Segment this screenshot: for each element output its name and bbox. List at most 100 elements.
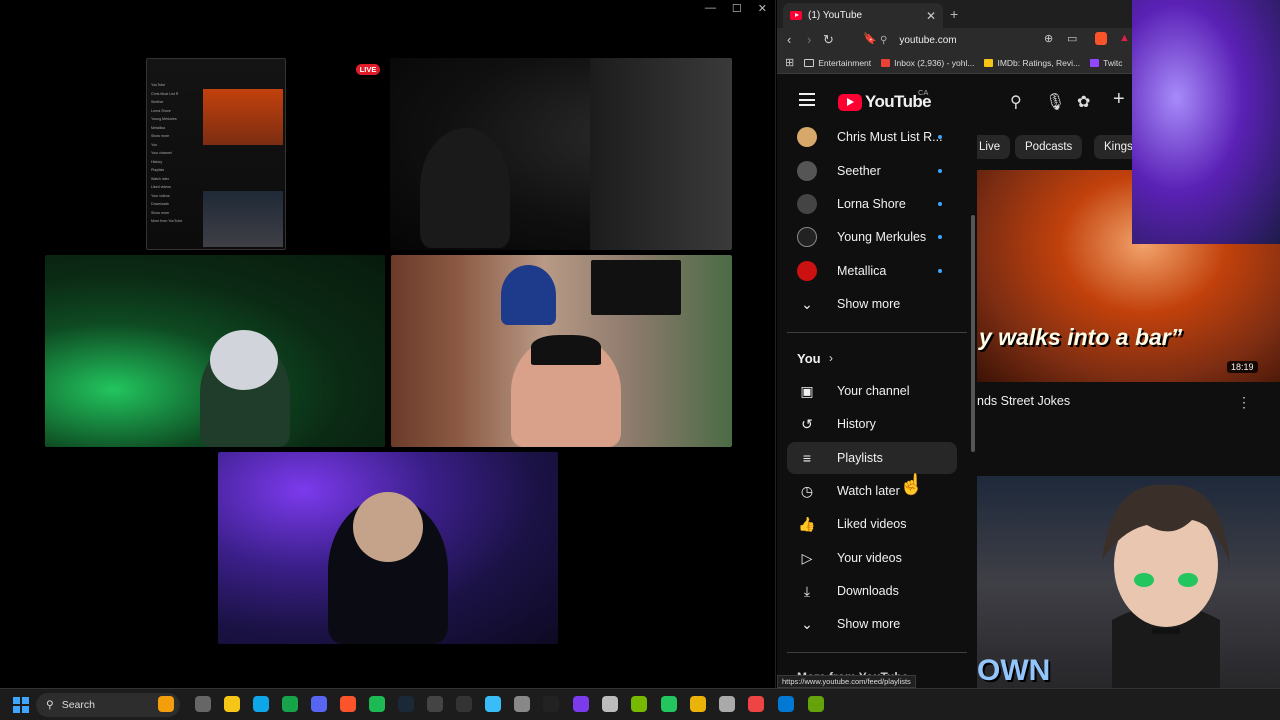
- clipchamp-icon[interactable]: [573, 696, 589, 712]
- mini-sidebar-item: Your channel: [151, 151, 172, 155]
- chrome-alt-icon[interactable]: [748, 696, 764, 712]
- apps-grid-icon[interactable]: ⊞: [785, 56, 794, 69]
- twitch-icon: [1090, 58, 1100, 67]
- sidebar-item-playlists[interactable]: ≡ Playlists: [787, 442, 957, 474]
- vpn-icon[interactable]: [719, 696, 735, 712]
- mini-sidebar-item: Playlists: [151, 168, 165, 172]
- mini-sidebar-item: More from YouTube: [151, 219, 183, 223]
- live-badge: LIVE: [356, 64, 380, 75]
- bookmark-imdb[interactable]: IMDb: Ratings, Revi...: [984, 58, 1080, 68]
- rewards-icon[interactable]: ▲: [1119, 32, 1130, 44]
- streamer-bot-icon[interactable]: [808, 696, 824, 712]
- chip-live[interactable]: Live: [977, 135, 1011, 159]
- spotify-icon[interactable]: [369, 696, 385, 712]
- show-more-label: Show more: [837, 297, 901, 311]
- chrome-icon[interactable]: [690, 696, 706, 712]
- you-section-heading[interactable]: You: [797, 351, 821, 366]
- microphone-icon[interactable]: 🎙: [1045, 92, 1065, 112]
- cast-icon[interactable]: ▭: [1067, 32, 1077, 45]
- screen-share-feed: YouTube Chris Must List R Seether Lorna Sho…: [146, 58, 286, 250]
- video-title[interactable]: nds Street Jokes: [977, 394, 1070, 408]
- brave-shield-icon[interactable]: [1095, 32, 1107, 45]
- mini-sidebar-item: Your videos: [151, 193, 170, 198]
- terminal-icon[interactable]: [543, 696, 559, 712]
- new-content-dot: [938, 169, 942, 173]
- bookmark-label: Inbox (2,936) - yohl...: [894, 57, 975, 68]
- sidebar-item-liked-videos[interactable]: 👍 Liked videos: [787, 508, 957, 540]
- widgets-icon[interactable]: [158, 696, 174, 712]
- file-explorer-icon[interactable]: [224, 696, 240, 712]
- bookmark-gmail[interactable]: Inbox (2,936) - yohl...: [881, 58, 974, 68]
- chip-podcasts[interactable]: Podcasts: [1015, 135, 1083, 159]
- zoom-icon[interactable]: ⊕: [1044, 32, 1053, 45]
- tab-close-icon[interactable]: ✕: [926, 9, 936, 23]
- subscription-metallica[interactable]: Metallica: [787, 255, 957, 287]
- address-bar[interactable]: ⚲ youtube.com: [880, 30, 1130, 50]
- bookmark-entertainment[interactable]: Entertainment: [804, 58, 871, 68]
- nvidia-icon[interactable]: [631, 696, 647, 712]
- sidebar-item-label: Liked videos: [837, 517, 907, 531]
- mini-sidebar-item: Liked videos: [151, 185, 171, 189]
- menu-icon[interactable]: [799, 93, 815, 110]
- folder-icon: [804, 58, 815, 67]
- create-icon[interactable]: +: [1113, 88, 1125, 111]
- minimize-button[interactable]: —: [705, 2, 716, 15]
- doorway: [590, 58, 732, 250]
- mini-sidebar-item: Show more: [151, 134, 170, 138]
- forward-icon[interactable]: ›: [807, 32, 811, 47]
- task-view-icon[interactable]: [195, 696, 211, 712]
- outlook-icon[interactable]: [778, 696, 794, 712]
- show-more-subscriptions[interactable]: ⌄ Show more: [787, 288, 957, 320]
- new-tab-button[interactable]: +: [950, 6, 958, 22]
- steam-icon[interactable]: [398, 696, 414, 712]
- edge-icon[interactable]: [253, 696, 269, 712]
- webcam-feed-purple: [218, 452, 558, 644]
- close-button[interactable]: ✕: [758, 2, 767, 15]
- extension-icon[interactable]: ✿: [1077, 92, 1090, 112]
- video-duration: 18:19: [1227, 361, 1258, 373]
- discord-icon[interactable]: [311, 696, 327, 712]
- settings-icon[interactable]: [514, 696, 530, 712]
- notepad-icon[interactable]: [485, 696, 501, 712]
- webcam-feed-green: [45, 255, 385, 447]
- subscription-seether[interactable]: Seether: [787, 155, 957, 187]
- tab-youtube[interactable]: (1) YouTube ✕: [783, 3, 943, 28]
- sidebar-item-your-videos[interactable]: ▷ Your videos: [787, 542, 957, 574]
- play-icon[interactable]: [661, 696, 677, 712]
- sidebar-item-your-channel[interactable]: ▣ Your channel: [787, 375, 957, 407]
- sidebar-scrollbar[interactable]: [971, 215, 975, 452]
- brave-icon[interactable]: [340, 696, 356, 712]
- more-options-icon[interactable]: ⋮: [1237, 394, 1251, 411]
- sidebar-item-downloads[interactable]: ⤓ Downloads: [787, 575, 957, 607]
- maximize-button[interactable]: ☐: [732, 2, 742, 15]
- subscription-chris-must-list[interactable]: Chris Must List R...: [787, 124, 957, 153]
- mini-sidebar-item: You: [151, 142, 158, 147]
- windows-start-icon[interactable]: [13, 697, 29, 713]
- xbox-icon[interactable]: [282, 696, 298, 712]
- country-code: CA: [918, 88, 929, 97]
- subscription-label: Young Merkules: [837, 230, 927, 244]
- status-bar-url: https://www.youtube.com/feed/playlists: [777, 675, 916, 688]
- steelseries-icon[interactable]: [602, 696, 618, 712]
- obs-icon[interactable]: [427, 696, 443, 712]
- subscription-lorna-shore[interactable]: Lorna Shore: [787, 188, 957, 220]
- search-icon[interactable]: ⚲: [1010, 92, 1022, 112]
- vtuber-avatar: [1102, 484, 1230, 688]
- channel-avatar: [797, 261, 817, 281]
- new-content-dot: [938, 135, 942, 139]
- back-icon[interactable]: ‹: [787, 32, 791, 47]
- divider: [787, 652, 967, 653]
- subscription-young-merkules[interactable]: Young Merkules: [787, 221, 957, 253]
- bookmark-icon[interactable]: 🔖: [863, 32, 877, 45]
- sidebar-item-history[interactable]: ↺ History: [787, 408, 957, 440]
- hand-cursor-icon: ☝: [899, 474, 924, 496]
- webcam-overlay-room: [1132, 0, 1280, 244]
- bookmark-twitch[interactable]: Twitc: [1090, 58, 1123, 68]
- sidebar-item-watch-later[interactable]: ◷ Watch later: [787, 475, 957, 507]
- show-more-label: Show more: [837, 617, 901, 631]
- show-more-you[interactable]: ⌄ Show more: [787, 608, 957, 640]
- epic-games-icon[interactable]: [456, 696, 472, 712]
- beanie: [531, 335, 601, 365]
- site-info-icon[interactable]: ⚲: [880, 35, 887, 46]
- reload-icon[interactable]: ↻: [823, 32, 834, 48]
